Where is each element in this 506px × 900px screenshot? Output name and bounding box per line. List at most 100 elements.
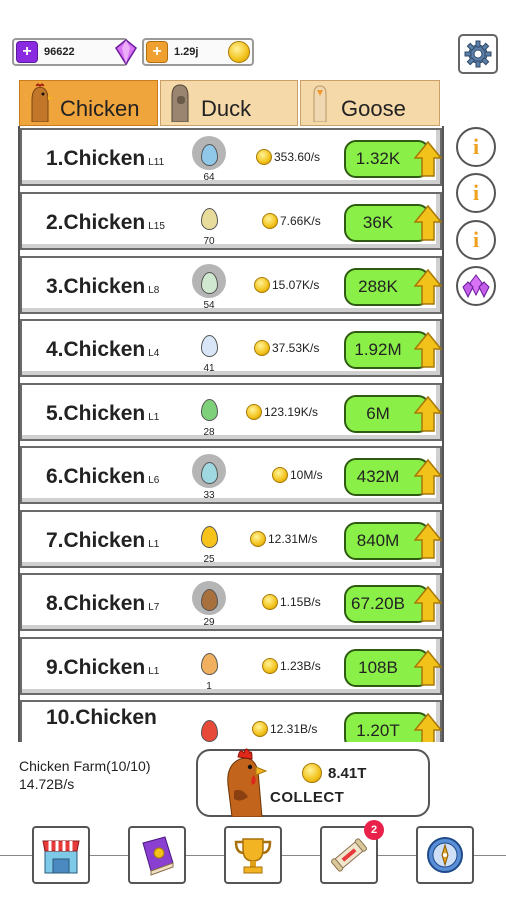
egg-progress: 64 xyxy=(192,132,226,183)
income-rate: 1.23B/s xyxy=(262,658,321,674)
chicken-level: L4 xyxy=(148,348,160,359)
income-rate-value: 1.15B/s xyxy=(280,595,321,609)
chicken-level: L7 xyxy=(148,602,160,613)
upgrade-price: 108B xyxy=(358,658,398,677)
egg-progress: 25 xyxy=(192,514,226,565)
tab-duck-label: Duck xyxy=(201,96,252,121)
egg-count: 1 xyxy=(206,681,212,692)
egg-progress: 70 xyxy=(192,196,226,247)
chicken-list[interactable]: 1.Chicken L1 1 64 353.60/s 1.32K 2.Chicken L15 7… xyxy=(18,126,444,742)
info-button-2[interactable]: i xyxy=(456,173,496,213)
gold-plus-icon[interactable]: + xyxy=(146,41,168,63)
list-item[interactable]: 8.Chicken L7 29 1.15B/s 67.20B xyxy=(20,573,442,631)
collect-amount: 8.41T xyxy=(302,763,366,783)
list-item[interactable]: 5.Chicken L1 28 123.19K/s 6M xyxy=(20,383,442,441)
list-item[interactable]: 7.Chicken L1 25 12.31M/s 840M xyxy=(20,510,442,568)
coin-icon xyxy=(254,277,270,293)
list-item[interactable]: 6.Chicken L6 33 10M/s 432M xyxy=(20,446,442,504)
list-item[interactable]: 2.Chicken L15 70 7.66K/s 36K xyxy=(20,192,442,250)
coin-icon xyxy=(228,41,250,63)
chicken-name-text: 7.Chicken xyxy=(46,529,146,552)
egg-count: 29 xyxy=(203,617,215,628)
collect-button[interactable]: 8.41T COLLECT xyxy=(196,748,430,817)
book-button[interactable] xyxy=(128,826,186,884)
income-rate: 15.07K/s xyxy=(254,277,319,293)
upgrade-price: 288K xyxy=(358,277,398,296)
upgrade-price: 6M xyxy=(366,404,390,423)
farm-name: Chicken Farm(10/10) xyxy=(19,758,151,774)
coin-icon xyxy=(256,149,272,165)
chicken-name: 4.Chicken L4 xyxy=(46,338,159,362)
up-arrow-icon xyxy=(414,458,442,495)
egg-icon xyxy=(201,399,218,421)
chicken-name-text: 4.Chicken xyxy=(46,338,146,361)
chicken-name: 5.Chicken L1 xyxy=(46,402,159,426)
upgrade-price: 1.92M xyxy=(354,340,402,359)
coin-icon xyxy=(250,531,266,547)
settings-button[interactable] xyxy=(458,34,498,74)
chicken-name-text: 6.Chicken xyxy=(46,465,146,488)
up-arrow-icon xyxy=(414,204,442,241)
chicken-name: 2.Chicken L15 xyxy=(46,211,165,235)
income-rate: 353.60/s xyxy=(256,149,320,165)
income-rate: 1.15B/s xyxy=(262,594,321,610)
list-item[interactable]: 9.Chicken L1 1 1.23B/s 108B xyxy=(20,637,442,695)
up-arrow-icon xyxy=(414,522,442,559)
up-arrow-icon xyxy=(414,140,442,177)
gem-cluster-icon xyxy=(462,274,490,299)
compass-button[interactable] xyxy=(416,826,474,884)
coin-icon xyxy=(252,721,268,737)
info-button-3[interactable]: i xyxy=(456,220,496,260)
income-rate-value: 353.60/s xyxy=(274,150,321,164)
upgrade-price: 36K xyxy=(362,213,394,232)
compass-icon xyxy=(427,837,463,873)
chicken-name: 8.Chicken L7 xyxy=(46,592,159,616)
list-item[interactable]: 3.Chicken L8 54 15.07K/s 288K xyxy=(20,256,442,314)
coin-icon xyxy=(262,658,278,674)
gold-balance: + 1.29j xyxy=(142,38,254,66)
list-item[interactable]: 4.Chicken L4 41 37.53K/s 1.92M xyxy=(20,319,442,377)
gem-boost-button[interactable] xyxy=(456,266,496,306)
gem-icon xyxy=(115,39,137,65)
info-icon: i xyxy=(472,180,480,205)
income-rate-value: 37.53K/s xyxy=(272,341,320,355)
info-button-1[interactable]: i xyxy=(456,127,496,167)
coin-icon xyxy=(262,594,278,610)
notification-badge: 2 xyxy=(364,820,384,840)
egg-progress xyxy=(192,708,226,742)
egg-progress: 1 xyxy=(192,641,226,692)
tab-goose[interactable]: Goose xyxy=(300,80,440,126)
up-arrow-icon xyxy=(414,585,442,622)
gem-plus-icon[interactable]: + xyxy=(16,41,38,63)
tab-duck[interactable]: Duck xyxy=(160,80,298,126)
up-arrow-icon xyxy=(414,649,442,686)
chicken-name: 9.Chicken L1 xyxy=(46,656,159,680)
egg-icon xyxy=(201,272,218,294)
egg-icon xyxy=(201,526,218,548)
trophy-button[interactable] xyxy=(224,826,282,884)
upgrade-price: 840M xyxy=(356,531,400,550)
up-arrow-icon xyxy=(414,331,442,368)
egg-count: 70 xyxy=(203,236,215,247)
chicken-level: L1 xyxy=(148,666,160,677)
scroll-button[interactable]: 2 xyxy=(320,820,384,884)
list-item[interactable]: 1.Chicken L11 64 353.60/s 1.32K xyxy=(20,128,442,186)
collect-label: COLLECT xyxy=(270,789,345,806)
tab-chicken[interactable]: Chicken xyxy=(19,80,158,126)
egg-icon xyxy=(201,720,218,742)
egg-icon xyxy=(201,335,218,357)
egg-count: 28 xyxy=(203,427,215,438)
income-rate-value: 123.19K/s xyxy=(264,405,319,419)
income-rate: 12.31B/s xyxy=(252,721,317,737)
info-icon: i xyxy=(472,227,480,252)
list-item[interactable]: 10.Chicken 12.31B/s 1.20T xyxy=(20,700,442,742)
shop-button[interactable] xyxy=(32,826,90,884)
egg-progress: 28 xyxy=(192,387,226,438)
egg-icon xyxy=(201,144,218,166)
income-rate-value: 12.31B/s xyxy=(270,722,318,736)
upgrade-price: 1.32K xyxy=(355,149,401,168)
chicken-name-text: 1.Chicken xyxy=(46,147,146,170)
chicken-level: L1 xyxy=(148,412,160,423)
egg-count: 33 xyxy=(203,490,215,501)
egg-count: 41 xyxy=(203,363,215,374)
